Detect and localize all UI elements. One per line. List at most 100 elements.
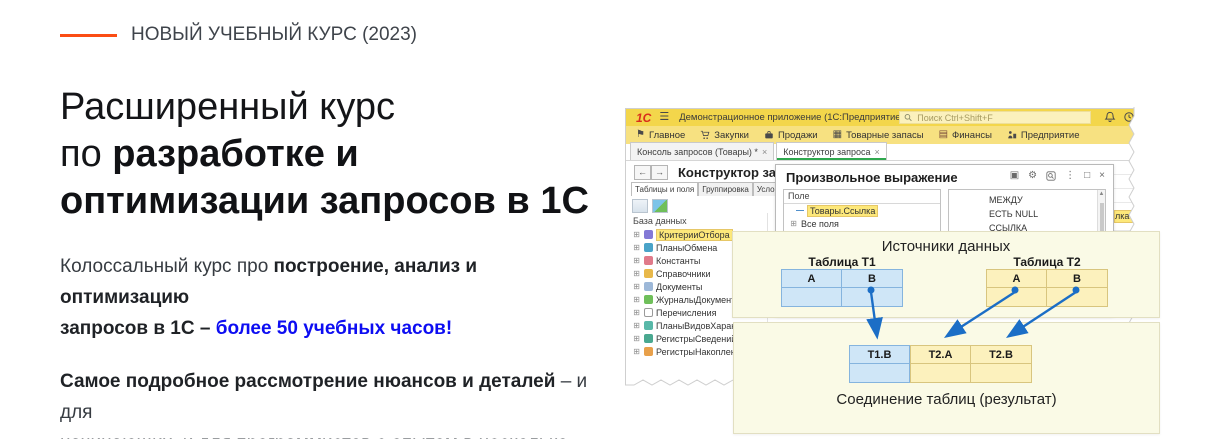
hamburger-icon[interactable]: ☰ (659, 112, 669, 123)
row-divider (1113, 188, 1138, 189)
operator-is-null[interactable]: ЕСТЬ NULL (949, 208, 1105, 220)
menu-item-sales[interactable]: Продажи (764, 130, 818, 141)
dialog-title: Произвольное выражение (786, 170, 958, 185)
expand-icon[interactable]: ⊞ (632, 308, 641, 317)
operator-between[interactable]: МЕЖДУ (949, 194, 1105, 206)
result-label: Соединение таблиц (результат) (836, 391, 1057, 408)
highlighted-cell: лка (1114, 210, 1138, 223)
char-types-icon (644, 321, 653, 330)
search-icon (904, 114, 912, 122)
field-pane-header: Поле (784, 190, 940, 204)
table2: A B (986, 269, 1108, 307)
toolbar-icon-button-2[interactable] (652, 199, 668, 213)
tree-label: ПланыОбмена (656, 242, 718, 253)
page: НОВЫЙ УЧЕБНЫЙ КУРС (2023) Расширенный ку… (0, 0, 1208, 439)
calculator-icon: ▤ (938, 129, 949, 140)
table2-caption: Таблица T2 (1013, 255, 1081, 269)
back-button[interactable]: ← (634, 165, 651, 180)
table2-col-b: B (1047, 269, 1108, 288)
table-cell-empty (986, 288, 1047, 307)
expand-icon[interactable]: ⊞ (632, 269, 641, 278)
database-tree-header: База данных (633, 216, 687, 226)
menu-item-inventory[interactable]: ▦ Товарные запасы (833, 130, 924, 141)
expand-icon[interactable]: ⊞ (632, 230, 641, 239)
field-icon: — (796, 206, 804, 215)
tree-label: Перечисления (656, 307, 717, 318)
menu-label: Продажи (777, 129, 818, 141)
global-search[interactable] (899, 111, 1091, 124)
expand-icon[interactable]: ⊞ (632, 256, 641, 265)
expand-icon[interactable]: ⊞ (632, 295, 641, 304)
dialog-controls: ▣ ⚙ ⋮ □ × (1010, 171, 1105, 181)
table1: A B (781, 269, 903, 307)
menu-label: Финансы (952, 129, 992, 141)
exchange-icon (644, 243, 653, 252)
table-cell-empty (1047, 288, 1108, 307)
journal-icon (644, 295, 653, 304)
forward-button[interactable]: → (651, 165, 668, 180)
tab-label: Конструктор запроса (783, 146, 871, 157)
find-icon[interactable] (1046, 171, 1056, 181)
close-icon[interactable]: × (875, 147, 880, 157)
expand-icon[interactable]: ⊞ (632, 243, 641, 252)
expand-icon[interactable]: ⊞ (632, 334, 641, 343)
filter-icon (644, 230, 653, 239)
window-title: Демонстрационное приложение (1С:Предприя… (679, 112, 904, 123)
search-input[interactable] (915, 111, 1086, 124)
scroll-up-icon[interactable]: ▲ (1098, 190, 1105, 198)
close-icon[interactable]: × (762, 147, 767, 157)
tree-label: КритерииОтбора (656, 228, 733, 241)
expand-icon[interactable]: ⊞ (632, 347, 641, 356)
menu-item-purchases[interactable]: Закупки (700, 130, 749, 141)
menu-label: Предприятие (1020, 129, 1080, 141)
tab-grouping[interactable]: Группировка (698, 182, 753, 196)
table1-caption: Таблица T1 (808, 255, 876, 269)
save-icon[interactable]: ▣ (1010, 171, 1019, 181)
tab-tables-fields[interactable]: Таблицы и поля (631, 182, 699, 196)
briefcase-icon (765, 131, 773, 139)
table1-col-b: B (842, 269, 903, 288)
enum-icon (644, 308, 653, 317)
gear-icon[interactable]: ⚙ (1028, 171, 1037, 181)
table-cell-empty (849, 364, 910, 383)
menu-item-enterprise[interactable]: Предприятие (1007, 129, 1080, 141)
info-register-icon (644, 334, 653, 343)
enterprise-icon (1008, 131, 1017, 139)
tab-query-builder[interactable]: Конструктор запроса × (776, 142, 887, 160)
field-label: Товары.Ссылка (807, 204, 879, 217)
tree-label: РегистрыСведений (656, 333, 737, 344)
more-icon[interactable]: ⋮ (1065, 171, 1075, 181)
table2-col-a: A (986, 269, 1047, 288)
expand-icon[interactable]: ⊞ (632, 282, 641, 291)
tree-label: Справочники (656, 268, 711, 279)
maximize-icon[interactable]: □ (1084, 171, 1090, 181)
expand-icon[interactable]: ⊞ (789, 219, 798, 228)
bell-icon[interactable] (1104, 111, 1116, 123)
history-icon[interactable] (1123, 111, 1135, 123)
field-item-selected[interactable]: — Товары.Ссылка (784, 204, 940, 217)
tab-query-console[interactable]: Консоль запросов (Товары) * × (630, 142, 775, 160)
field-item-all-fields[interactable]: ⊞ Все поля (784, 217, 940, 230)
cart-icon (701, 130, 710, 139)
field-label: Все поля (801, 218, 839, 229)
table-cell-empty (971, 364, 1032, 383)
row-divider (1113, 174, 1138, 175)
menu-label: Главное (648, 129, 686, 141)
tree-label: Константы (656, 255, 701, 266)
table1-col-a: A (781, 269, 842, 288)
menu-item-home[interactable]: ⚑ Главное (636, 130, 685, 141)
toolbar-icon-button-1[interactable] (632, 199, 648, 213)
table-cell-empty (842, 288, 903, 307)
accum-register-icon (644, 347, 653, 356)
close-icon[interactable]: × (1099, 171, 1105, 181)
flag-icon: ⚑ (636, 129, 645, 140)
result-table: T1.B T2.A T2.B (849, 345, 1032, 383)
window-titlebar: 1С ☰ Демонстрационное приложение (1С:Пре… (626, 109, 1139, 126)
constants-icon (644, 256, 653, 265)
menu-item-finance[interactable]: ▤ Финансы (939, 130, 992, 141)
sources-title: Источники данных (881, 238, 1011, 255)
grid-icon: ▦ (832, 129, 843, 140)
expand-icon[interactable]: ⊞ (632, 321, 641, 330)
data-sources-panel: Источники данных Таблица T1 A B Таблица … (732, 231, 1160, 318)
tree-label: Документы (656, 281, 703, 292)
